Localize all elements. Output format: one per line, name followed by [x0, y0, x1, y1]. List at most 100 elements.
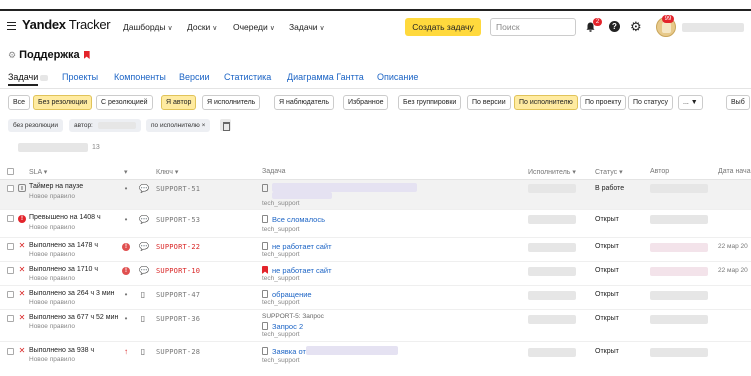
filter-author-me[interactable]: Я автор [161, 95, 197, 110]
nav-queues[interactable]: Очереди ∨ [233, 22, 275, 32]
table-row[interactable]: ✕ Выполнено за 938 ч Новое правило ↑ ▯ S… [0, 342, 751, 376]
author-redacted[interactable] [650, 215, 708, 224]
row-checkbox[interactable] [7, 315, 14, 322]
search-input[interactable]: Поиск [490, 18, 576, 36]
create-issue-button[interactable]: Создать задачу [405, 18, 481, 36]
issue-key[interactable]: SUPPORT-28 [156, 348, 200, 356]
assignee-redacted[interactable] [528, 315, 576, 324]
group-by-status[interactable]: По статусу [628, 95, 673, 110]
col-key[interactable]: Ключ ▾ [156, 168, 178, 176]
author-redacted[interactable] [650, 315, 708, 324]
top-bar: Yandex Tracker Дашборды ∨ Доски ∨ Очереди ∨… [0, 9, 751, 41]
table-row[interactable]: ✕ Выполнено за 1710 ч Новое правило ! 💬 … [0, 262, 751, 286]
row-checkbox[interactable] [7, 348, 14, 355]
group-by-version[interactable]: По версии [467, 95, 511, 110]
issue-key[interactable]: SUPPORT-36 [156, 315, 200, 323]
sla-rule: Новое правило [29, 275, 76, 282]
issue-key[interactable]: SUPPORT-53 [156, 216, 200, 224]
col-author[interactable]: Автор [650, 168, 669, 175]
col-created[interactable]: Дата нача [718, 168, 751, 175]
col-sla[interactable]: SLA ▾ [29, 168, 47, 176]
tab-statistics[interactable]: Статистика [224, 72, 271, 82]
task-title[interactable]: обращение [272, 290, 312, 299]
task-title[interactable]: Все сломалось [272, 215, 325, 224]
col-task[interactable]: Задача [262, 168, 286, 175]
assignee-redacted[interactable] [528, 215, 576, 224]
filter-follower-me[interactable]: Я наблюдатель [274, 95, 334, 110]
select-button[interactable]: Выб [726, 95, 750, 110]
priority-normal-icon: • [124, 314, 128, 323]
table-row[interactable]: ✕ Выполнено за 677 ч 52 мин Новое правил… [0, 310, 751, 342]
task-title[interactable]: Заявка от [272, 347, 306, 356]
table-row[interactable]: II Таймер на паузе Новое правило • 💬 SUP… [0, 180, 751, 210]
select-all-checkbox[interactable] [7, 168, 14, 175]
menu-icon[interactable] [7, 22, 16, 30]
chip-by-assignee[interactable]: по исполнителю × [146, 119, 211, 132]
author-redacted[interactable] [650, 348, 708, 357]
issue-key[interactable]: SUPPORT-10 [156, 267, 200, 275]
tab-versions[interactable]: Версии [179, 72, 210, 82]
row-checkbox[interactable] [7, 215, 14, 222]
assignee-redacted[interactable] [528, 267, 576, 276]
group-by-project[interactable]: По проекту [580, 95, 627, 110]
created-date: 22 мар 20 [718, 243, 748, 250]
task-title-redacted [306, 346, 398, 355]
logo[interactable]: Yandex Tracker [22, 17, 111, 32]
author-redacted[interactable] [650, 243, 708, 252]
task-title-redacted[interactable] [272, 183, 417, 192]
filter-unresolved[interactable]: Без резолюции [33, 95, 93, 110]
help-icon[interactable]: ? [609, 21, 620, 32]
document-icon: ▯ [140, 290, 146, 299]
tab-components[interactable]: Компоненты [114, 72, 166, 82]
col-priority[interactable]: ▾ [124, 168, 128, 176]
sla-status: Выполнено за 264 ч 3 мин [29, 290, 115, 297]
assignee-redacted[interactable] [528, 348, 576, 357]
more-filters-dropdown[interactable]: ... ▼ [678, 95, 703, 110]
parent-issue[interactable]: SUPPORT-5: Запрос [262, 313, 324, 320]
table-row[interactable]: ! Превышено на 1408 ч Новое правило • 💬 … [0, 210, 751, 238]
issue-key[interactable]: SUPPORT-22 [156, 243, 200, 251]
tab-description[interactable]: Описание [377, 72, 418, 82]
col-assignee[interactable]: Исполнитель ▾ [528, 168, 576, 176]
col-status[interactable]: Статус ▾ [595, 168, 623, 176]
assignee-redacted[interactable] [528, 184, 576, 193]
trash-icon[interactable] [220, 119, 231, 131]
tab-gantt[interactable]: Диаграмма Гантта [287, 72, 364, 82]
assignee-redacted[interactable] [528, 243, 576, 252]
filter-resolved[interactable]: С резолюцией [96, 95, 153, 110]
row-checkbox[interactable] [7, 185, 14, 192]
tab-issues[interactable]: Задачи [8, 72, 39, 86]
row-checkbox[interactable] [7, 243, 14, 250]
row-checkbox[interactable] [7, 291, 14, 298]
sla-status: Выполнено за 938 ч [29, 347, 95, 354]
filter-assignee-me[interactable]: Я исполнитель [202, 95, 261, 110]
author-redacted[interactable] [650, 291, 708, 300]
nav-dashboards[interactable]: Дашборды ∨ [123, 22, 173, 32]
logo-rest: Tracker [65, 17, 111, 32]
tab-projects[interactable]: Проекты [62, 72, 98, 82]
chat-icon: 💬 [139, 242, 149, 251]
nav-boards[interactable]: Доски ∨ [187, 22, 217, 32]
table-row[interactable]: ✕ Выполнено за 1478 ч Новое правило ! 💬 … [0, 238, 751, 262]
task-title[interactable]: не работает сайт [272, 242, 332, 251]
logo-bold: Yandex [22, 17, 66, 32]
task-title[interactable]: не работает сайт [272, 266, 332, 275]
issue-key[interactable]: SUPPORT-51 [156, 185, 200, 193]
author-redacted[interactable] [650, 267, 708, 276]
filter-favorites[interactable]: Избранное [343, 95, 389, 110]
chip-unresolved[interactable]: без резолюции [8, 119, 64, 132]
row-checkbox[interactable] [7, 267, 14, 274]
task-title[interactable]: Запрос 2 [272, 322, 303, 331]
nav-issues[interactable]: Задачи ∨ [289, 22, 325, 32]
author-redacted[interactable] [650, 184, 708, 193]
priority-pin-icon: ↑ [124, 347, 128, 356]
settings-icon[interactable]: ⚙ [8, 50, 16, 60]
pause-icon: II [18, 184, 26, 192]
filter-all[interactable]: Все [8, 95, 31, 110]
assignee-redacted[interactable] [528, 291, 576, 300]
group-none[interactable]: Без группировки [398, 95, 462, 110]
table-row[interactable]: ✕ Выполнено за 264 ч 3 мин Новое правило… [0, 286, 751, 310]
issue-key[interactable]: SUPPORT-47 [156, 291, 200, 299]
group-by-assignee[interactable]: По исполнителю [514, 95, 578, 110]
gear-icon[interactable]: ⚙ [630, 20, 642, 33]
